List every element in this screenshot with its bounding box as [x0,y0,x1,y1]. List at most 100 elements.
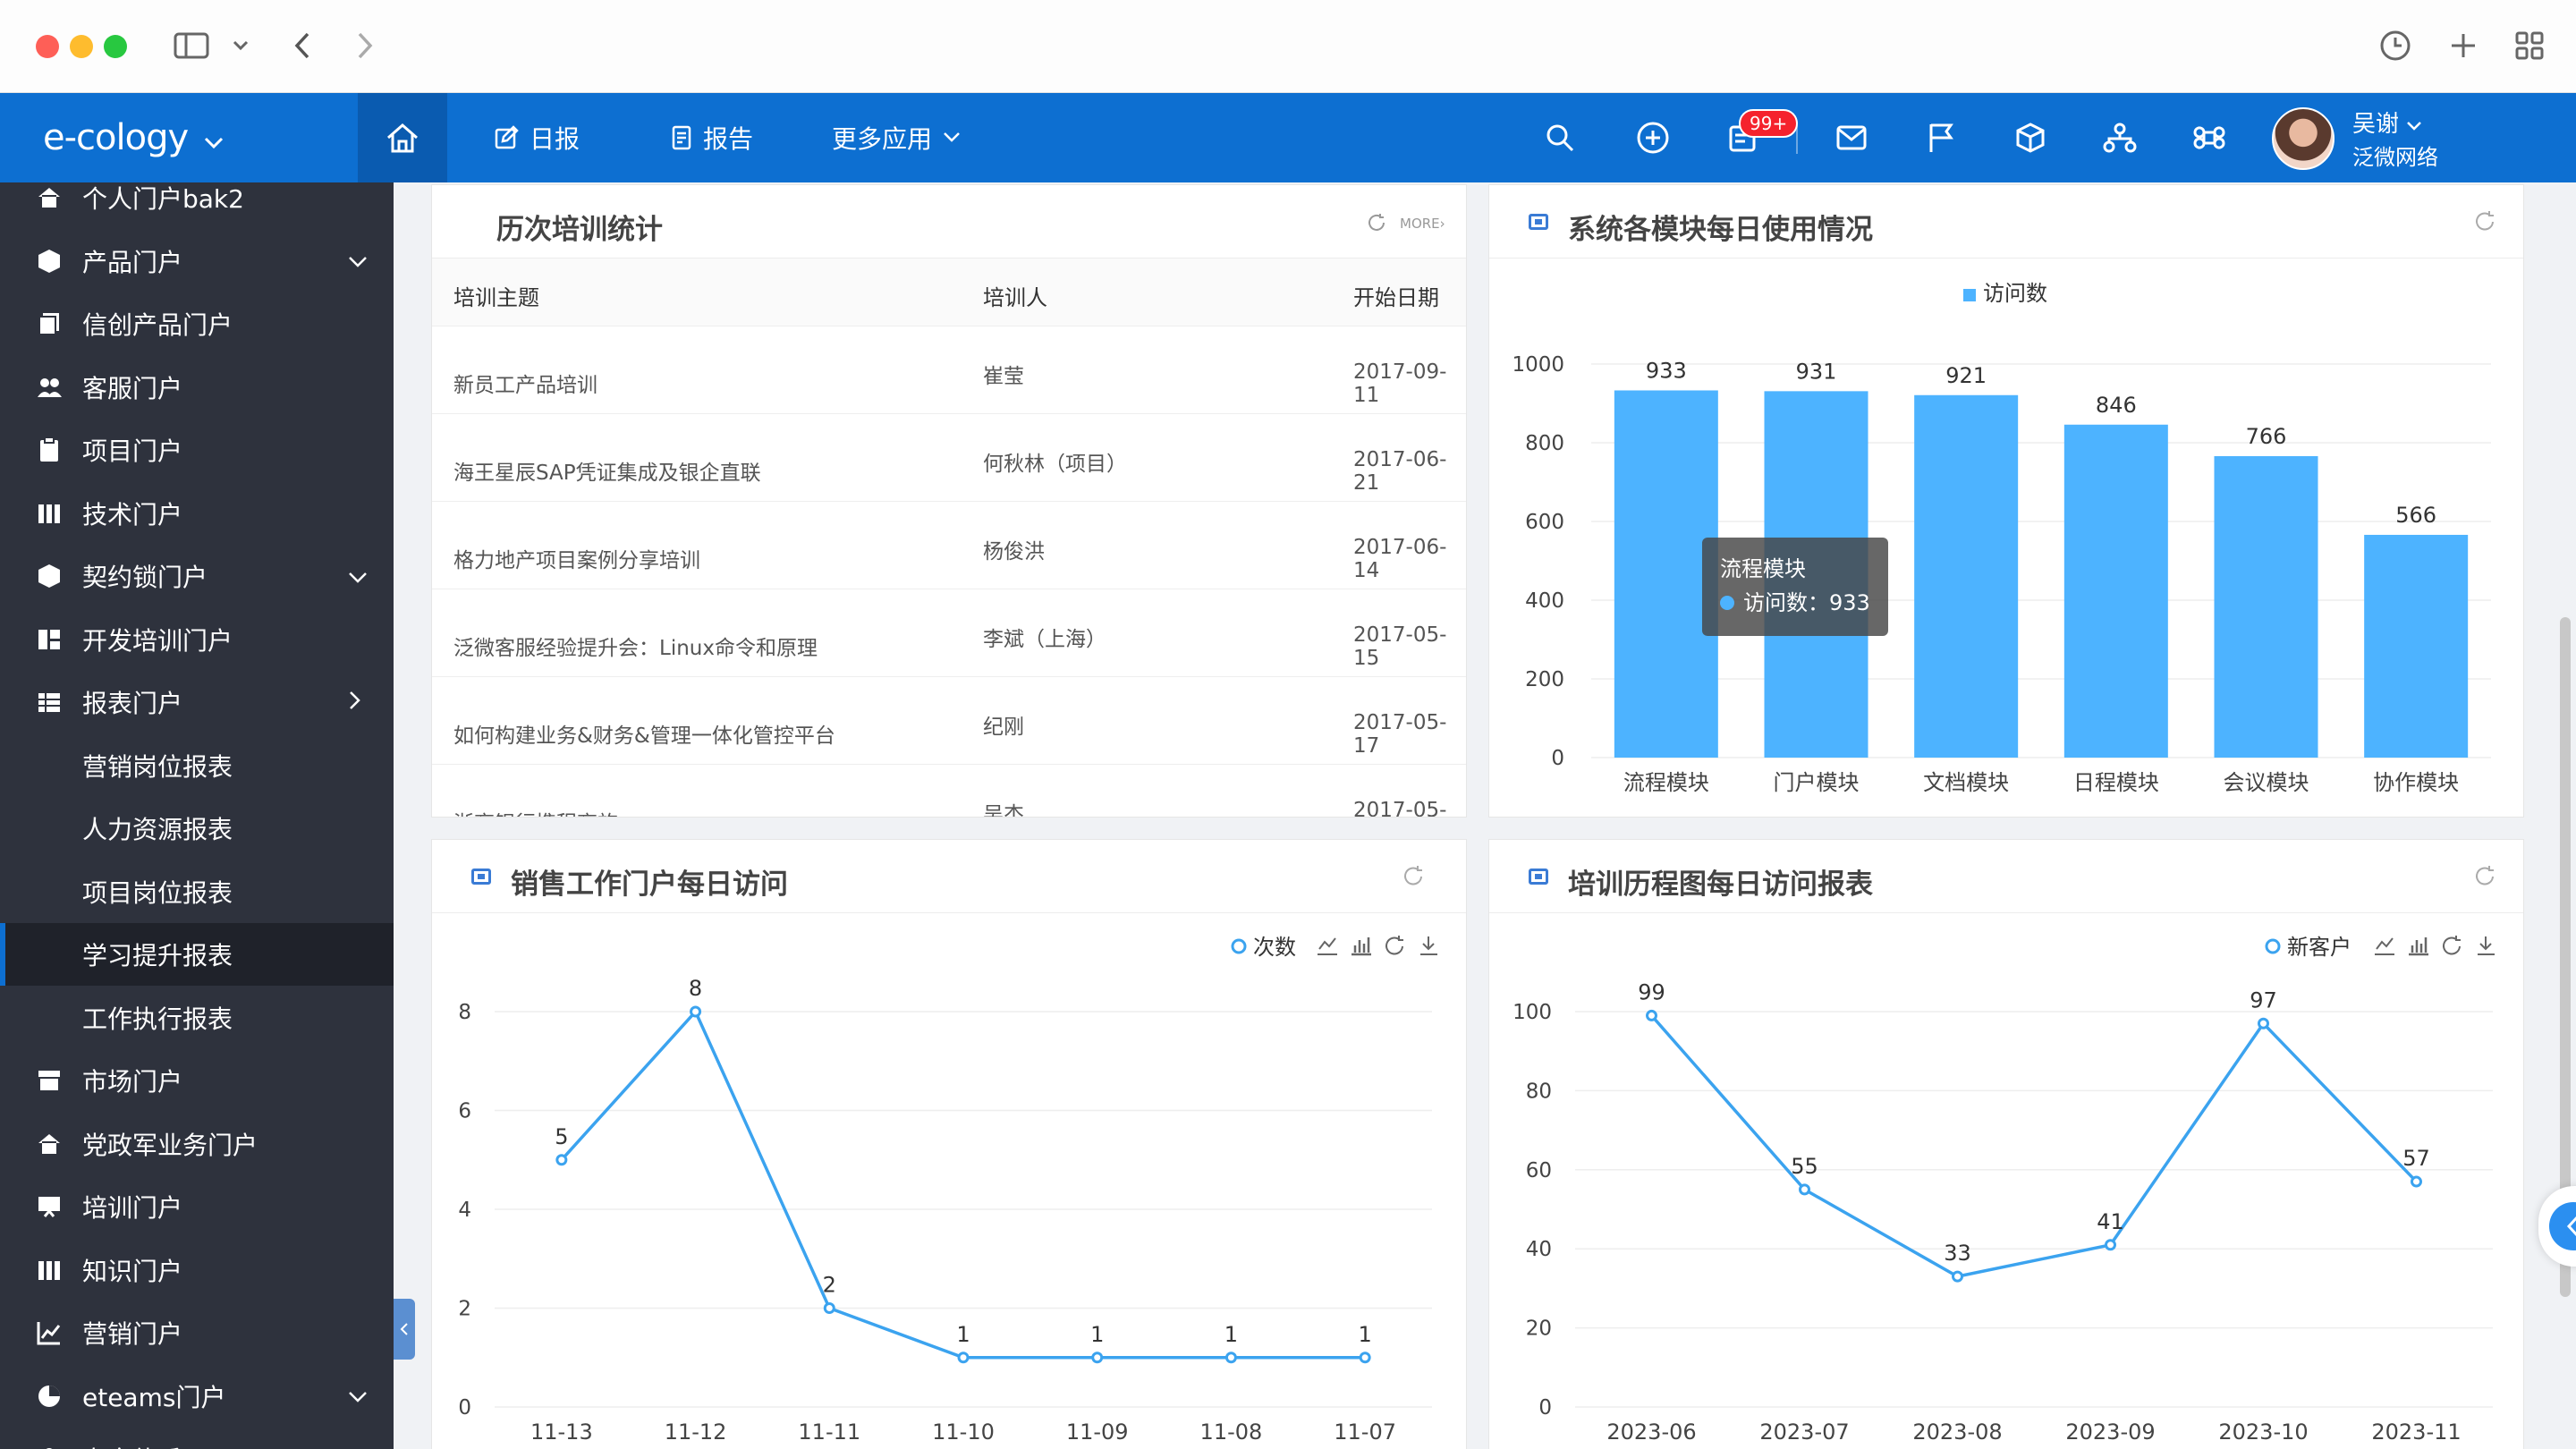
training-topic[interactable]: 浙商银行携程商旅 [453,806,618,817]
data-point[interactable] [957,1352,970,1364]
sidebar-item[interactable]: 人力资源报表 [0,797,394,860]
bar[interactable] [2364,534,2469,758]
series-dot [1720,596,1734,610]
history-icon[interactable] [2376,25,2415,66]
box-icon[interactable] [2012,120,2048,156]
forward-icon[interactable] [347,25,383,66]
data-point[interactable] [2105,1239,2116,1251]
chart-legend[interactable]: 访问数 [1963,281,2047,306]
data-point[interactable] [1952,1270,1963,1283]
sidebar-item[interactable]: 技术门户 [0,482,394,545]
chart-legend[interactable]: 次数 [1231,935,1296,960]
card-header: 系统各模块每日使用情况 [1489,185,2523,258]
training-topic[interactable]: 海王星辰SAP凭证集成及银企直联 [453,455,761,486]
more-link[interactable]: MORE› [1400,216,1445,232]
nav-report[interactable]: 报告 [671,93,753,182]
data-point[interactable] [1799,1183,1810,1196]
bar-chart-icon[interactable] [2409,937,2428,956]
minimize-window-button[interactable] [70,35,93,58]
search-icon[interactable] [1542,120,1578,156]
mail-icon[interactable] [1834,120,1869,156]
sidebar-item[interactable]: 工作执行报表 [0,987,394,1049]
command-icon[interactable] [2191,120,2227,156]
chart-legend[interactable]: 新客户 [2265,935,2351,960]
sidebar-item[interactable]: 个人门户bak2 [0,182,394,229]
data-point[interactable] [1091,1352,1104,1364]
data-point[interactable] [690,1005,702,1018]
training-topic[interactable]: 泛微客服经验提升会：Linux命令和原理 [453,631,818,661]
training-topic[interactable]: 如何构建业务&财务&管理一体化管控平台 [453,718,835,749]
sidebar-item[interactable]: 报表门户 [0,671,394,733]
sidebar-item[interactable]: 产品门户 [0,230,394,292]
refresh-button[interactable] [2473,210,2496,237]
home-button[interactable] [358,93,447,182]
training-topic[interactable]: 新员工产品培训 [453,368,597,398]
x-tick-label: 流程模块 [1623,770,1709,795]
sidebar-item[interactable]: 客服门户 [0,356,394,419]
bar[interactable] [2063,424,2168,758]
org-chart-icon[interactable] [2102,120,2138,156]
table-row[interactable]: 海王星辰SAP凭证集成及银企直联 何秋林（项目） 2017-06-21 [432,414,1466,502]
refresh-button[interactable] [1366,212,1387,237]
data-point[interactable] [2411,1175,2422,1188]
data-point[interactable] [1359,1352,1371,1364]
sidebar-item[interactable]: 信创产品门户 [0,292,394,355]
close-window-button[interactable] [36,35,59,58]
x-tick-label: 文档模块 [1923,770,2009,795]
x-tick-label: 2023-10 [2218,1419,2308,1445]
home-icon [387,123,418,153]
sidebar-item[interactable]: 专家体系 [0,1428,394,1449]
data-point[interactable] [823,1302,835,1314]
nav-more-apps[interactable]: 更多应用 [832,93,961,182]
data-point[interactable] [1646,1009,1657,1021]
table-row[interactable]: 如何构建业务&财务&管理一体化管控平台 纪刚 2017-05-17 [432,677,1466,765]
sidebar-item[interactable]: 学习提升报表 [0,923,394,986]
table-row[interactable]: 格力地产项目案例分享培训 杨俊洪 2017-06-14 [432,502,1466,589]
table-row[interactable]: 泛微客服经验提升会：Linux命令和原理 李斌（上海） 2017-05-15 [432,589,1466,677]
refresh-icon[interactable] [1385,936,1403,955]
sidebar-item[interactable]: 契约锁门户 [0,545,394,607]
tab-overview-icon[interactable] [2510,25,2549,66]
data-point[interactable] [555,1154,568,1166]
table-row[interactable]: 浙商银行携程商旅 吴杰 2017-05-10 [432,765,1466,817]
download-icon[interactable] [2478,936,2495,955]
refresh-icon[interactable] [2443,936,2461,955]
training-topic[interactable]: 格力地产项目案例分享培训 [453,543,700,573]
chevron-down-icon [204,117,224,158]
sidebar-item[interactable]: 培训门户 [0,1175,394,1238]
sidebar-item[interactable]: 开发培训门户 [0,608,394,671]
new-tab-icon[interactable] [2444,25,2483,66]
sidebar-item[interactable]: 项目岗位报表 [0,860,394,923]
sidebar-toggle-icon[interactable] [172,25,211,66]
sidebar-item[interactable]: 知识门户 [0,1239,394,1301]
add-circle-icon[interactable] [1635,120,1671,156]
line-chart-icon[interactable] [1318,937,1337,955]
table-row[interactable]: 新员工产品培训 崔莹 2017-09-11 [432,326,1466,414]
sidebar-item[interactable]: 项目门户 [0,419,394,481]
user-menu[interactable]: 吴谢 [2352,106,2422,139]
nav-daily-report[interactable]: 日报 [494,93,580,182]
sidebar-item[interactable]: 党政军业务门户 [0,1113,394,1175]
card-title: 培训历程图每日访问报表 [1568,869,1873,901]
back-icon[interactable] [284,25,320,66]
refresh-button[interactable] [1402,865,1425,892]
maximize-window-button[interactable] [104,35,127,58]
refresh-button[interactable] [2473,865,2496,892]
logo[interactable]: e-cology [0,93,358,182]
avatar[interactable] [2272,107,2334,170]
flag-icon[interactable] [1923,120,1959,156]
sidebar-item[interactable]: 营销岗位报表 [0,734,394,797]
bar-chart-icon[interactable] [1352,937,1371,956]
sidebar-item[interactable]: eteams门户 [0,1365,394,1428]
download-icon[interactable] [1420,936,1437,955]
sidebar-item[interactable]: 营销门户 [0,1301,394,1364]
bar[interactable] [1914,394,2019,758]
floating-assistant-button[interactable] [2538,1186,2576,1267]
data-point[interactable] [2258,1017,2269,1030]
bar[interactable] [2214,455,2318,758]
line-chart-icon[interactable] [2375,937,2394,955]
data-point[interactable] [1224,1352,1237,1364]
sidebar-collapse-button[interactable] [394,1299,415,1360]
sidebar-item[interactable]: 市场门户 [0,1049,394,1112]
chevron-down-icon[interactable] [227,25,254,66]
